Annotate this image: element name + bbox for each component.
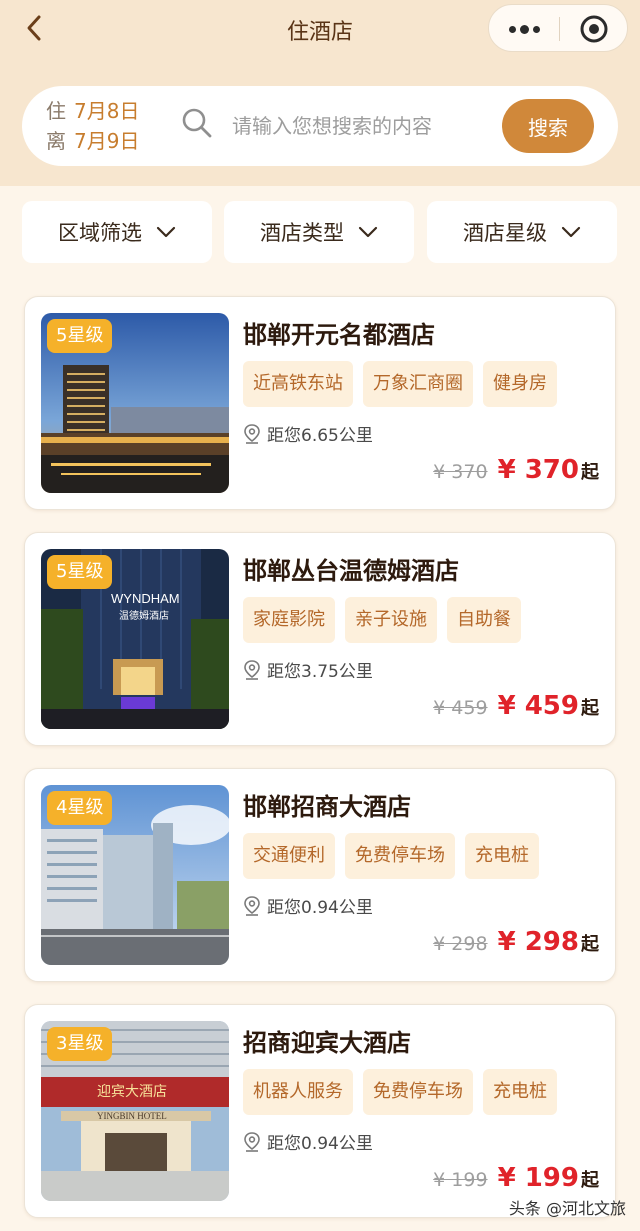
date-range[interactable]: 住 7月8日 离 7月9日 [46,96,139,156]
filter-star[interactable]: 酒店星级 [427,201,617,263]
chevron-down-icon [561,226,581,238]
checkin-label: 住 [46,99,66,123]
hotel-tag: 万象汇商圈 [363,361,473,407]
hotel-card[interactable]: 迎宾大酒店 YINGBIN HOTEL 3星级 招商迎宾大酒店 机器人服务 免费… [24,1004,616,1218]
distance-row: 距您0.94公里 [243,1129,373,1154]
price-row: ¥ 370 ¥ 370 起 [433,455,599,485]
hotel-sign-sub: 温德姆酒店 [119,609,169,622]
search-input[interactable] [232,110,502,142]
hotel-tag: 健身房 [483,361,557,407]
price-row: ¥ 199 ¥ 199 起 [433,1163,599,1193]
distance-text: 距您0.94公里 [267,1134,373,1154]
checkout-label: 离 [46,129,66,153]
hotel-tags: 近高铁东站 万象汇商圈 健身房 [243,361,557,407]
hotel-name: 邯郸丛台温德姆酒店 [243,557,459,585]
hotel-photo: WYNDHAM 温德姆酒店 5星级 [41,549,229,729]
hotel-sign-sub: YINGBIN HOTEL [97,1111,167,1121]
star-badge: 5星级 [47,319,113,353]
search-bar: 住 7月8日 离 7月9日 搜索 [22,86,618,166]
header-area: 住酒店 住 7月8日 离 7月9日 搜索 [0,0,640,186]
hotel-card[interactable]: 4星级 邯郸招商大酒店 交通便利 免费停车场 充电桩 距您0.94公里 ¥ 29… [24,768,616,982]
hotel-name: 邯郸招商大酒店 [243,793,411,821]
hotel-tag: 机器人服务 [243,1069,353,1115]
hotel-card[interactable]: 5星级 邯郸开元名都酒店 近高铁东站 万象汇商圈 健身房 距您6.65公里 ¥ … [24,296,616,510]
mini-program-capsule [488,4,628,52]
hotel-photo: 迎宾大酒店 YINGBIN HOTEL 3星级 [41,1021,229,1201]
filter-type-label: 酒店类型 [260,221,344,245]
hotel-tag: 免费停车场 [345,833,455,879]
hotel-tags: 家庭影院 亲子设施 自助餐 [243,597,521,643]
price-unit: 起 [581,934,599,955]
distance-text: 距您6.65公里 [267,426,373,446]
price-row: ¥ 459 ¥ 459 起 [433,691,599,721]
hotel-photo: 5星级 [41,313,229,493]
location-pin-icon [244,423,260,444]
location-pin-icon [244,895,260,916]
distance-text: 距您0.94公里 [267,898,373,918]
hotel-tag: 免费停车场 [363,1069,473,1115]
more-button[interactable] [489,5,559,53]
checkin-date: 7月8日 [74,99,140,123]
checkin-row: 住 7月8日 [46,96,139,126]
price-row: ¥ 298 ¥ 298 起 [433,927,599,957]
filter-area-label: 区域筛选 [58,221,142,245]
filter-type[interactable]: 酒店类型 [224,201,414,263]
hotel-tag: 交通便利 [243,833,335,879]
nav-bar: 住酒店 [0,0,640,60]
current-price: ¥ 199 [497,1163,579,1193]
distance-row: 距您3.75公里 [243,657,373,682]
current-price: ¥ 459 [497,691,579,721]
price-unit: 起 [581,462,599,483]
price-unit: 起 [581,698,599,719]
hotel-sign: WYNDHAM [111,591,180,606]
more-dot-icon [519,24,529,34]
hotel-card[interactable]: WYNDHAM 温德姆酒店 5星级 邯郸丛台温德姆酒店 家庭影院 亲子设施 自助… [24,532,616,746]
more-dot-icon [532,25,540,33]
hotel-name: 邯郸开元名都酒店 [243,321,435,349]
location-pin-icon [244,659,260,680]
hotel-sign: 迎宾大酒店 [97,1084,167,1100]
hotel-tags: 交通便利 免费停车场 充电桩 [243,833,539,879]
star-badge: 3星级 [47,1027,113,1061]
star-badge: 4星级 [47,791,113,825]
distance-row: 距您6.65公里 [243,421,373,446]
star-badge: 5星级 [47,555,113,589]
watermark: 头条 @河北文旅 [508,1199,626,1218]
hotel-tag: 亲子设施 [345,597,437,643]
filter-star-label: 酒店星级 [463,221,547,245]
original-price: ¥ 298 [433,933,488,955]
hotel-tag: 家庭影院 [243,597,335,643]
original-price: ¥ 459 [433,697,488,719]
chevron-down-icon [358,226,378,238]
distance-text: 距您3.75公里 [267,662,373,682]
chevron-left-icon [27,15,41,41]
distance-row: 距您0.94公里 [243,893,373,918]
back-button[interactable] [20,14,48,42]
original-price: ¥ 199 [433,1169,488,1191]
hotel-photo: 4星级 [41,785,229,965]
hotel-tag: 近高铁东站 [243,361,353,407]
current-price: ¥ 298 [497,927,579,957]
search-button[interactable]: 搜索 [502,99,594,153]
target-close-icon [580,15,608,43]
hotel-name: 招商迎宾大酒店 [243,1029,411,1057]
more-dot-icon [508,25,516,33]
hotel-tag: 充电桩 [465,833,539,879]
current-price: ¥ 370 [497,455,579,485]
search-icon [180,106,214,144]
chevron-down-icon [156,226,176,238]
location-pin-icon [244,1131,260,1152]
close-button[interactable] [559,5,629,53]
filter-bar: 区域筛选 酒店类型 酒店星级 [22,201,618,263]
original-price: ¥ 370 [433,461,488,483]
hotel-tag: 充电桩 [483,1069,557,1115]
checkout-row: 离 7月9日 [46,126,139,156]
price-unit: 起 [581,1170,599,1191]
checkout-date: 7月9日 [74,129,140,153]
hotel-tags: 机器人服务 免费停车场 充电桩 [243,1069,557,1115]
hotel-tag: 自助餐 [447,597,521,643]
filter-area[interactable]: 区域筛选 [22,201,212,263]
